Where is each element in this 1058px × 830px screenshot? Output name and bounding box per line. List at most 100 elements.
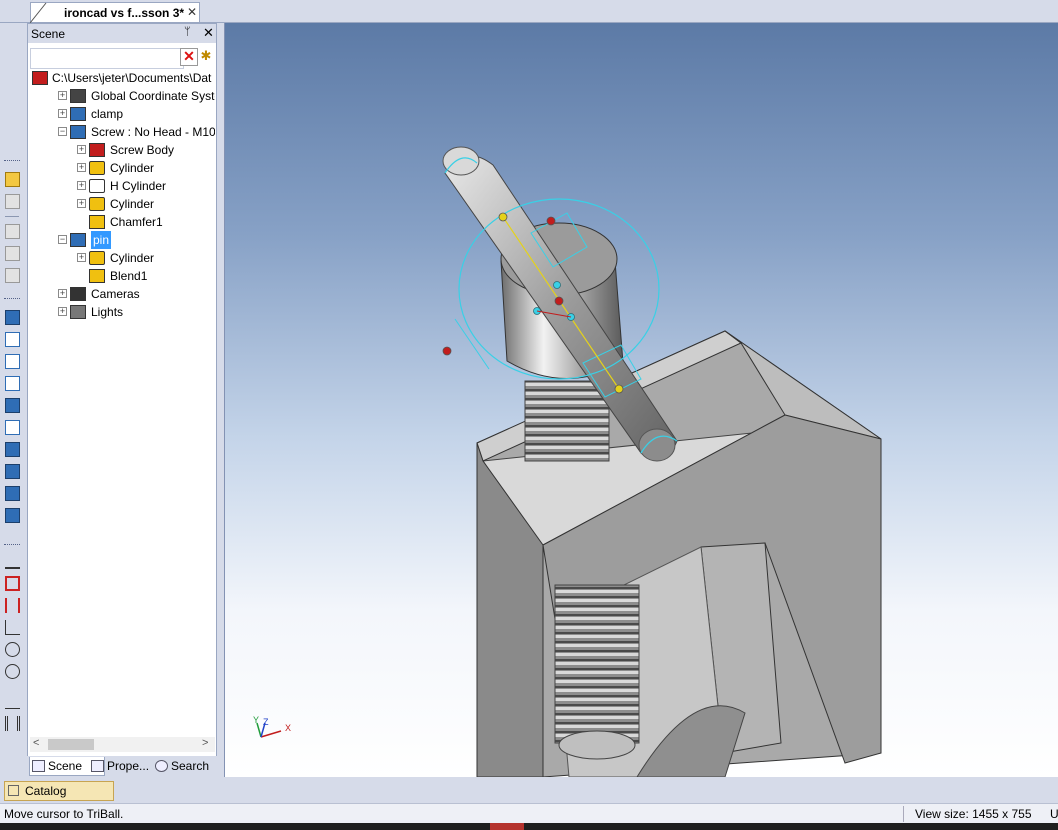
scene-tree-node[interactable]: + Cylinder (30, 249, 215, 267)
axis-x-label: X (285, 723, 291, 733)
linear-dimension-icon[interactable] (5, 598, 20, 613)
scene-tree-label: pin (91, 231, 112, 249)
part-icon (70, 125, 86, 139)
scene-panel-title: Scene (31, 27, 66, 41)
ungroup-icon[interactable] (5, 246, 20, 261)
measure-icon[interactable] (5, 554, 20, 569)
new-part-icon[interactable] (5, 172, 20, 187)
scene-tree-label: H Cylinder (110, 179, 167, 193)
angle-dimension-icon[interactable] (5, 620, 20, 635)
expand-icon[interactable]: + (58, 307, 67, 316)
expand-icon[interactable]: + (77, 163, 86, 172)
expand-icon[interactable]: + (58, 109, 67, 118)
scroll-left-icon[interactable]: < (33, 737, 39, 749)
scroll-thumb[interactable] (48, 739, 94, 750)
cylinder-icon (89, 161, 105, 175)
coordinate-system-icon (70, 89, 86, 103)
expand-icon[interactable]: + (77, 253, 86, 262)
scene-tree-node[interactable]: + Screw Body (30, 141, 215, 159)
scene-tree-node[interactable]: + Global Coordinate System (30, 87, 215, 105)
scene-render[interactable]: Y Z X (225, 23, 1058, 777)
expand-icon[interactable]: + (58, 91, 67, 100)
taskbar (0, 823, 1058, 830)
triball-anchor[interactable] (546, 216, 556, 226)
scene-tree-node[interactable]: + clamp (30, 105, 215, 123)
scene-tree-label: Global Coordinate System (91, 89, 215, 103)
back-view-icon[interactable] (5, 508, 20, 523)
clear-search-icon[interactable]: ✕ (180, 48, 198, 66)
axis-z-label: Z (263, 717, 269, 727)
3d-viewport[interactable]: Y Z X (224, 23, 1058, 777)
copy-part-icon[interactable] (5, 194, 20, 209)
expand-icon[interactable]: + (77, 145, 86, 154)
scene-tree-node[interactable]: − Screw : No Head - M10.0 x (30, 123, 215, 141)
view-size-readout: View size: 1455 x 755 (915, 807, 1032, 821)
status-bar: Move cursor to TriBall. View size: 1455 … (0, 803, 1058, 824)
tab-search-label: Search (171, 759, 210, 773)
scene-tree-node[interactable]: Blend1 (30, 267, 215, 285)
axis-triad: Y Z X (253, 715, 291, 738)
front-view-icon[interactable] (5, 376, 20, 391)
scene-tree-node[interactable]: + Lights (30, 303, 215, 321)
radius-dimension-icon[interactable] (5, 642, 20, 657)
collapse-icon[interactable]: − (58, 127, 67, 136)
scene-tree-label: Screw : No Head - M10.0 x (91, 125, 215, 139)
taskbar-active-app[interactable] (490, 823, 524, 830)
scene-tab-icon (32, 760, 45, 772)
expand-icon[interactable]: + (77, 199, 86, 208)
catalog-icon (8, 785, 19, 796)
annotation-icon[interactable] (5, 694, 20, 709)
triball-handle[interactable] (498, 212, 508, 222)
top-view-icon[interactable] (5, 442, 20, 457)
scene-tree-label: Blend1 (110, 269, 148, 283)
cylinder-icon (89, 197, 105, 211)
catalog-strip: Catalog Browser (0, 779, 1058, 816)
catalog-browser-tab[interactable]: Catalog Browser (4, 781, 114, 816)
toolbar-grip[interactable] (4, 160, 20, 164)
toolbar-grip[interactable] (4, 298, 20, 302)
scene-tree-node[interactable]: + Cylinder (30, 195, 215, 213)
diameter-dimension-icon[interactable] (5, 664, 20, 679)
units-readout: U (1050, 807, 1058, 821)
document-tab-close-icon[interactable]: ✕ (187, 5, 197, 19)
scene-search-input[interactable] (30, 48, 184, 69)
highlight-icon[interactable]: ✱ (198, 48, 214, 64)
part-icon (70, 233, 86, 247)
toolbar-grip[interactable] (4, 544, 20, 548)
scene-tree-node[interactable]: − pin (30, 231, 215, 249)
status-separator (903, 806, 904, 822)
side-view-icon[interactable] (5, 464, 20, 479)
document-tab[interactable]: ironcad vs f...sson 3* ✕ (30, 2, 200, 23)
shaded-view-icon[interactable] (5, 398, 20, 413)
scene-tree-node[interactable]: C:\Users\jeter\Documents\Dat (30, 69, 215, 87)
pin-icon[interactable]: ᛘ (184, 26, 191, 38)
scene-tree-node[interactable]: + H Cylinder (30, 177, 215, 195)
dimension-icon[interactable] (5, 576, 20, 591)
group-icon[interactable] (5, 224, 20, 239)
tab-search[interactable]: Search (153, 757, 227, 775)
light-icon (70, 305, 86, 319)
scene-tree-node[interactable]: + Cameras (30, 285, 215, 303)
scene-tree-node[interactable]: + Cylinder (30, 159, 215, 177)
triball-anchor[interactable] (442, 346, 452, 356)
scene-tree-label: Screw Body (110, 143, 175, 157)
iso-view-icon[interactable] (5, 420, 20, 435)
assembly-icon[interactable] (5, 268, 20, 283)
box-view-icon[interactable] (5, 310, 20, 325)
scene-tree-label: Lights (91, 305, 124, 319)
scene-tree-node[interactable]: Chamfer1 (30, 213, 215, 231)
hidden-line-view-icon[interactable] (5, 354, 20, 369)
triball-handle[interactable] (614, 384, 624, 394)
horizontal-scrollbar[interactable]: < > (30, 737, 215, 752)
triball-handle[interactable] (553, 281, 561, 289)
triball-center[interactable] (554, 296, 564, 306)
collapse-icon[interactable]: − (58, 235, 67, 244)
bottom-view-icon[interactable] (5, 486, 20, 501)
scene-panel-close-icon[interactable]: ✕ (203, 25, 214, 41)
wireframe-view-icon[interactable] (5, 332, 20, 347)
expand-icon[interactable]: + (58, 289, 67, 298)
expand-icon[interactable]: + (77, 181, 86, 190)
scroll-right-icon[interactable]: > (202, 737, 208, 749)
document-tab-corner-icon (30, 2, 47, 23)
scale-icon[interactable] (5, 716, 20, 731)
